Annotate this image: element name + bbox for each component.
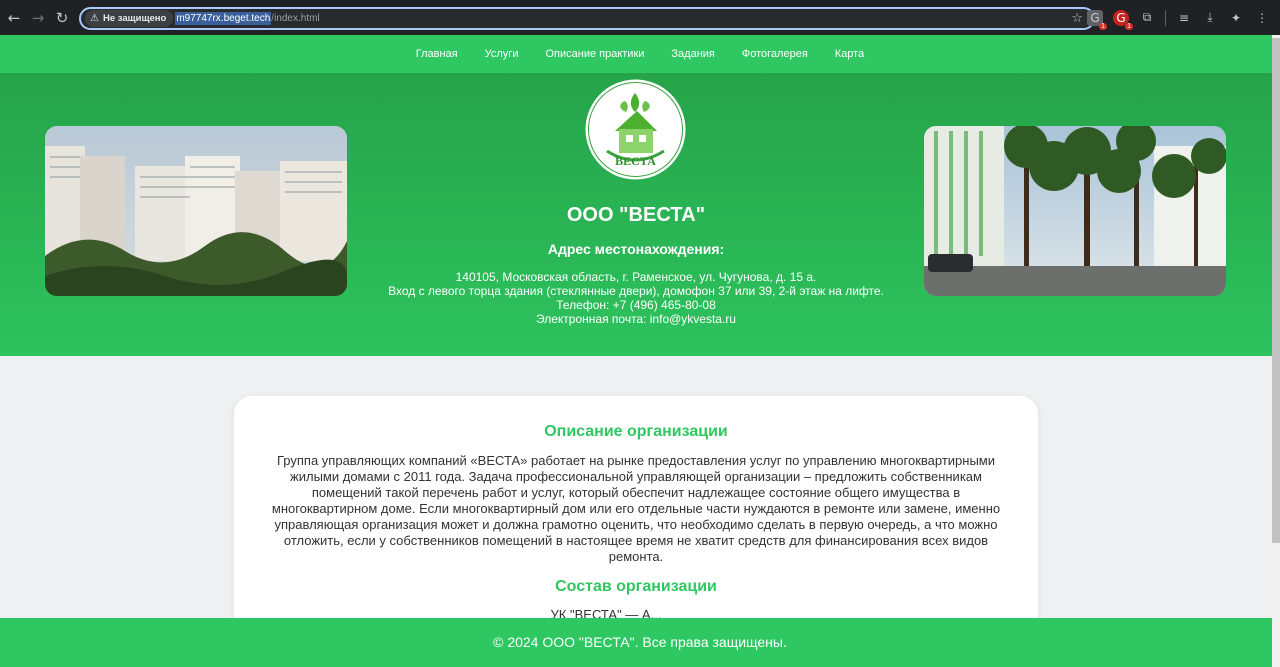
- hero-section: ВЕСТА ООО "ВЕСТА" Адрес местонахождения:…: [0, 73, 1280, 356]
- vertical-scrollbar[interactable]: [1272, 35, 1280, 667]
- address-bar[interactable]: ⚠ Не защищено m97747rx.beget.tech /index…: [79, 7, 1095, 30]
- reload-icon[interactable]: ↻: [50, 6, 74, 30]
- logo-text: ВЕСТА: [615, 154, 656, 168]
- content-card: Описание организации Группа управляющих …: [234, 396, 1038, 636]
- media-queue-icon[interactable]: ≡: [1176, 10, 1192, 26]
- extensions-area: G1 G1 ⧉ ≡ ⤓ ✦ ⋮: [1087, 0, 1280, 35]
- nav-link-practice[interactable]: Описание практики: [545, 48, 644, 60]
- security-label: Не защищено: [102, 13, 167, 24]
- composition-title: Состав организации: [555, 578, 717, 595]
- web-page: Главная Услуги Описание практики Задания…: [0, 35, 1280, 667]
- nav-link-gallery[interactable]: Фотогалерея: [742, 48, 808, 60]
- phone-text: Телефон: +7 (496) 465-80-08: [556, 298, 716, 312]
- nav-link-map[interactable]: Карта: [835, 48, 864, 60]
- extension-badge: 1: [1125, 22, 1133, 30]
- browser-toolbar: ← → ↻ ⚠ Не защищено m97747rx.beget.tech …: [0, 0, 1280, 35]
- forward-icon[interactable]: →: [26, 6, 50, 30]
- building-photo-right: [924, 126, 1226, 296]
- page-footer: © 2024 ООО "ВЕСТА". Все права защищены.: [0, 618, 1280, 667]
- warning-icon: ⚠: [90, 13, 99, 24]
- url-host: m97747rx.beget.tech: [175, 12, 272, 25]
- about-text: Группа управляющих компаний «ВЕСТА» рабо…: [271, 453, 1001, 564]
- about-title: Описание организации: [544, 423, 728, 440]
- security-chip[interactable]: ⚠ Не защищено: [85, 10, 174, 27]
- puzzle-icon[interactable]: ⧉: [1139, 10, 1155, 26]
- extension-icon[interactable]: G1: [1113, 9, 1133, 30]
- menu-kebab-icon[interactable]: ⋮: [1254, 10, 1270, 26]
- download-icon[interactable]: ⤓: [1202, 10, 1218, 26]
- nav-link-services[interactable]: Услуги: [485, 48, 519, 60]
- vesta-logo[interactable]: ВЕСТА: [585, 79, 686, 180]
- extension-icon[interactable]: G1: [1087, 9, 1107, 30]
- back-icon[interactable]: ←: [2, 6, 26, 30]
- email-text: Электронная почта: info@ykvesta.ru: [536, 312, 736, 326]
- top-navigation: Главная Услуги Описание практики Задания…: [0, 35, 1280, 73]
- divider: [1165, 9, 1166, 26]
- bookmark-star-icon[interactable]: ☆: [1071, 11, 1083, 26]
- profile-icon[interactable]: ✦: [1228, 10, 1244, 26]
- url-path: /index.html: [271, 13, 320, 24]
- scrollbar-thumb[interactable]: [1272, 38, 1280, 543]
- nav-link-home[interactable]: Главная: [416, 48, 458, 60]
- extension-badge: 1: [1099, 22, 1107, 30]
- url-text[interactable]: m97747rx.beget.tech /index.html: [175, 12, 320, 25]
- nav-link-tasks[interactable]: Задания: [671, 48, 714, 60]
